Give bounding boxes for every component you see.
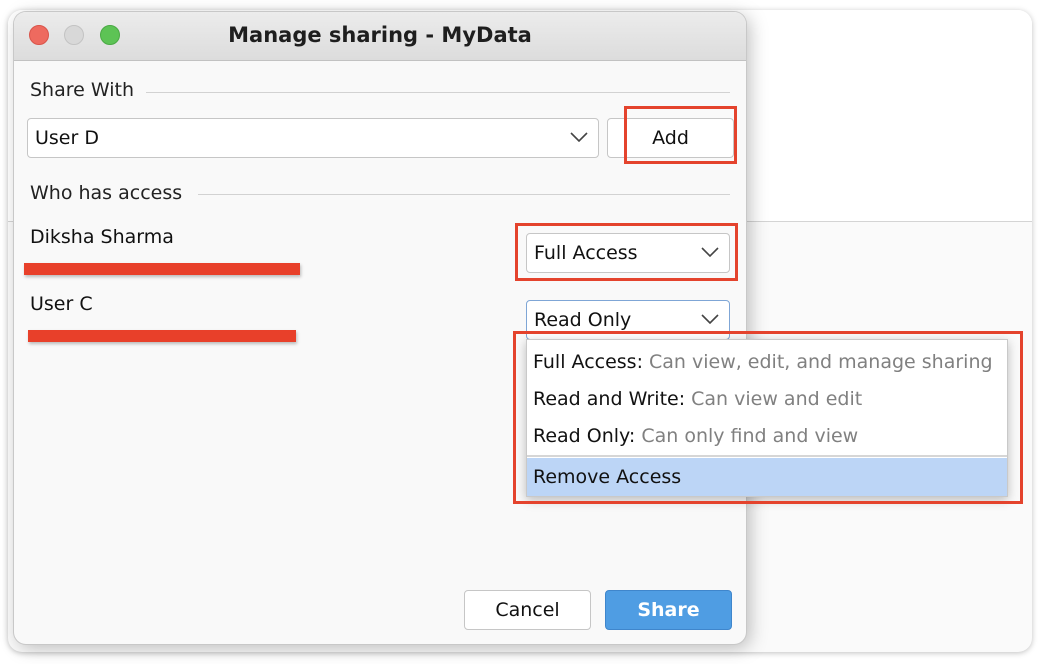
access-select-value: Read Only bbox=[534, 309, 632, 331]
dialog-title: Manage sharing - MyData bbox=[228, 23, 532, 47]
chevron-down-icon bbox=[570, 132, 588, 142]
share-with-user-select[interactable]: User D bbox=[27, 118, 599, 158]
annotation-box-add bbox=[624, 106, 737, 164]
share-with-divider bbox=[146, 92, 730, 93]
person-name: Diksha Sharma bbox=[30, 226, 174, 248]
redacted-email bbox=[24, 263, 300, 275]
share-button[interactable]: Share bbox=[605, 590, 732, 630]
person-name: User C bbox=[30, 293, 93, 315]
share-with-user-value: User D bbox=[35, 127, 99, 149]
who-has-access-divider bbox=[198, 194, 730, 195]
chevron-down-icon bbox=[701, 314, 719, 324]
redacted-email bbox=[28, 330, 296, 342]
cancel-button[interactable]: Cancel bbox=[464, 590, 591, 630]
who-has-access-label: Who has access bbox=[30, 182, 183, 204]
annotation-box-menu bbox=[513, 331, 1023, 504]
share-with-label: Share With bbox=[30, 79, 135, 101]
title-bar: Manage sharing - MyData bbox=[14, 12, 746, 61]
annotation-box-full-access bbox=[515, 223, 738, 281]
